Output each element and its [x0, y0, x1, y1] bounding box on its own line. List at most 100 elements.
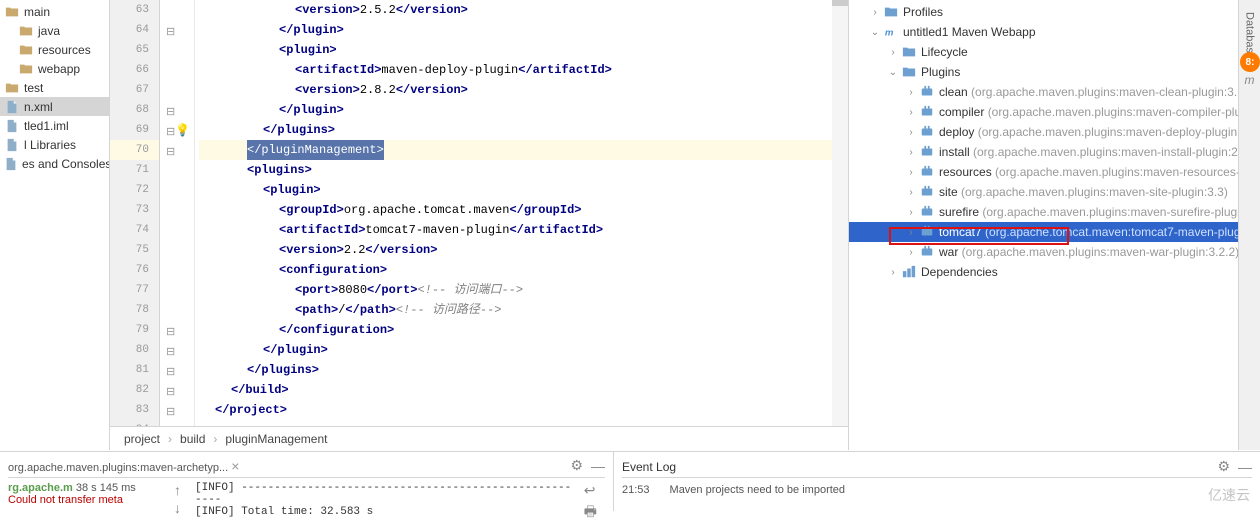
tree-label: l Libraries [24, 138, 105, 152]
code-line[interactable]: </build> [199, 380, 832, 400]
code-line[interactable]: </plugin> [199, 20, 832, 40]
breadcrumb-item[interactable]: pluginManagement [225, 432, 327, 446]
minimize-icon[interactable]: — [1238, 459, 1252, 475]
project-tree-item[interactable]: es and Consoles [0, 154, 109, 173]
maven-tree-item[interactable]: ⌄Plugins [849, 62, 1260, 82]
intention-bulb-icon[interactable]: 💡 [175, 123, 190, 137]
expand-arrow-icon[interactable]: › [903, 87, 919, 98]
expand-arrow-icon[interactable]: › [903, 227, 919, 238]
fold-icon[interactable]: ⊟ [166, 325, 176, 335]
down-icon[interactable]: ↓ [174, 500, 181, 516]
project-tree-item[interactable]: java [0, 21, 109, 40]
maven-item-label: clean (org.apache.maven.plugins:maven-cl… [939, 85, 1247, 99]
tree-label: test [24, 81, 105, 95]
code-line[interactable]: <plugin> [199, 180, 832, 200]
code-line[interactable]: <artifactId>maven-deploy-plugin</artifac… [199, 60, 832, 80]
code-line[interactable]: <artifactId>tomcat7-maven-plugin</artifa… [199, 220, 832, 240]
code-line[interactable]: <configuration> [199, 260, 832, 280]
code-area[interactable]: <version>2.5.2</version></plugin><plugin… [195, 0, 832, 426]
expand-arrow-icon[interactable]: › [903, 107, 919, 118]
fold-icon[interactable]: ⊟ [166, 105, 176, 115]
code-line[interactable]: <plugin> [199, 40, 832, 60]
console-output[interactable]: [INFO] ---------------------------------… [187, 482, 576, 525]
expand-arrow-icon[interactable]: › [903, 127, 919, 138]
maven-tab-icon[interactable]: m [1245, 73, 1255, 87]
code-line[interactable]: </plugins> [199, 120, 832, 140]
run-tab[interactable]: org.apache.maven.plugins:maven-archetyp.… [8, 458, 239, 474]
code-line[interactable]: <version>2.2</version> [199, 240, 832, 260]
code-line[interactable]: <path>/</path> <!-- 访问路径--> [199, 300, 832, 320]
folder-res-icon [18, 42, 34, 58]
fold-icon[interactable]: ⊟ [166, 345, 176, 355]
maven-tree-item[interactable]: › deploy (org.apache.maven.plugins:maven-… [849, 122, 1260, 142]
run-status: rg.apache.m [8, 482, 73, 494]
expand-arrow-icon[interactable]: › [903, 187, 919, 198]
gear-icon[interactable]: ⚙ [1217, 458, 1230, 475]
code-line[interactable]: </plugin> [199, 340, 832, 360]
expand-arrow-icon[interactable]: › [903, 147, 919, 158]
code-line[interactable]: </plugins> [199, 360, 832, 380]
code-line[interactable]: <version>2.8.2</version> [199, 80, 832, 100]
maven-tree-item[interactable]: ›Dependencies [849, 262, 1260, 282]
code-line[interactable]: <port>8080</port> <!-- 访问端口--> [199, 280, 832, 300]
expand-arrow-icon[interactable]: › [903, 247, 919, 258]
gear-icon[interactable]: ⚙ [570, 457, 583, 474]
expand-arrow-icon[interactable]: › [885, 267, 901, 278]
code-line[interactable]: <plugins> [199, 160, 832, 180]
maven-tree-item[interactable]: ⌄muntitled1 Maven Webapp [849, 22, 1260, 42]
code-line[interactable]: <version>2.5.2</version> [199, 0, 832, 20]
print-icon[interactable]: 🖶 [584, 501, 597, 525]
folder-icon [4, 4, 20, 20]
maven-item-label: untitled1 Maven Webapp [903, 25, 1036, 39]
maven-tree-item[interactable]: › clean (org.apache.maven.plugins:maven-c… [849, 82, 1260, 102]
expand-arrow-icon[interactable]: › [885, 47, 901, 58]
expand-arrow-icon[interactable]: › [867, 7, 883, 18]
code-line[interactable]: </plugin> [199, 100, 832, 120]
expand-arrow-icon[interactable]: ⌄ [867, 27, 883, 38]
code-line[interactable]: </pluginManagement> [199, 140, 832, 160]
project-tree-item[interactable]: n.xml [0, 97, 109, 116]
code-line[interactable]: <groupId>org.apache.tomcat.maven</groupI… [199, 200, 832, 220]
fold-icon[interactable]: ⊟ [166, 125, 176, 135]
notification-badge[interactable]: 8: [1240, 52, 1260, 72]
bottom-tool-window: org.apache.maven.plugins:maven-archetyp.… [0, 451, 1260, 511]
maven-tree-item[interactable]: ›install (org.apache.maven.plugins:maven… [849, 142, 1260, 162]
soft-wrap-icon[interactable]: ↩ [584, 482, 597, 499]
maven-tree-item[interactable]: ›compiler (org.apache.maven.plugins:mave… [849, 102, 1260, 122]
code-line[interactable]: </project> [199, 400, 832, 420]
fold-icon[interactable]: ⊟ [166, 385, 176, 395]
project-tree-item[interactable]: resources [0, 40, 109, 59]
project-tree-item[interactable]: webapp [0, 59, 109, 78]
up-icon[interactable]: ↑ [174, 482, 181, 498]
fold-icon[interactable]: ⊟ [166, 405, 176, 415]
fold-icon[interactable]: ⊟ [166, 25, 176, 35]
code-line[interactable]: </configuration> [199, 320, 832, 340]
maven-tree-item[interactable]: ›Lifecycle [849, 42, 1260, 62]
editor-scrollbar[interactable] [832, 0, 848, 426]
minimize-icon[interactable]: — [591, 458, 605, 474]
maven-tree-item[interactable]: › site (org.apache.maven.plugins:maven-si… [849, 182, 1260, 202]
fold-icon[interactable]: ⊟ [166, 365, 176, 375]
breadcrumb-item[interactable]: build [180, 432, 205, 446]
project-tree-item[interactable]: main [0, 2, 109, 21]
maven-tree-item[interactable]: ›war (org.apache.maven.plugins:maven-war… [849, 242, 1260, 262]
maven-tree-item[interactable]: ›Profiles [849, 2, 1260, 22]
folder-icon [4, 80, 20, 96]
project-tree-item[interactable]: test [0, 78, 109, 97]
project-tree-item[interactable]: tled1.iml [0, 116, 109, 135]
expand-arrow-icon[interactable]: ⌄ [885, 67, 901, 78]
maven-item-label: deploy (org.apache.maven.plugins:maven-d… [939, 125, 1237, 139]
maven-tree-item[interactable]: ›tomcat7 (org.apache.tomcat.maven:tomcat… [849, 222, 1260, 242]
breadcrumb[interactable]: project › build › pluginManagement [110, 426, 848, 450]
fold-icon[interactable]: ⊟ [166, 145, 176, 155]
expand-arrow-icon[interactable]: › [903, 207, 919, 218]
maven-panel: ›Profiles⌄muntitled1 Maven Webapp›Lifecy… [848, 0, 1260, 450]
project-tree-item[interactable]: l Libraries [0, 135, 109, 154]
expand-arrow-icon[interactable]: › [903, 167, 919, 178]
close-icon[interactable]: × [231, 458, 239, 474]
maven-tree-item[interactable]: ›resources (org.apache.maven.plugins:mav… [849, 162, 1260, 182]
maven-tree-item[interactable]: ›surefire (org.apache.maven.plugins:mave… [849, 202, 1260, 222]
fold-gutter[interactable]: ⊟⊟💡⊟⊟⊟⊟⊟⊟⊟ [160, 0, 195, 426]
maven-item-label: site (org.apache.maven.plugins:maven-sit… [939, 185, 1228, 199]
breadcrumb-item[interactable]: project [124, 432, 160, 446]
